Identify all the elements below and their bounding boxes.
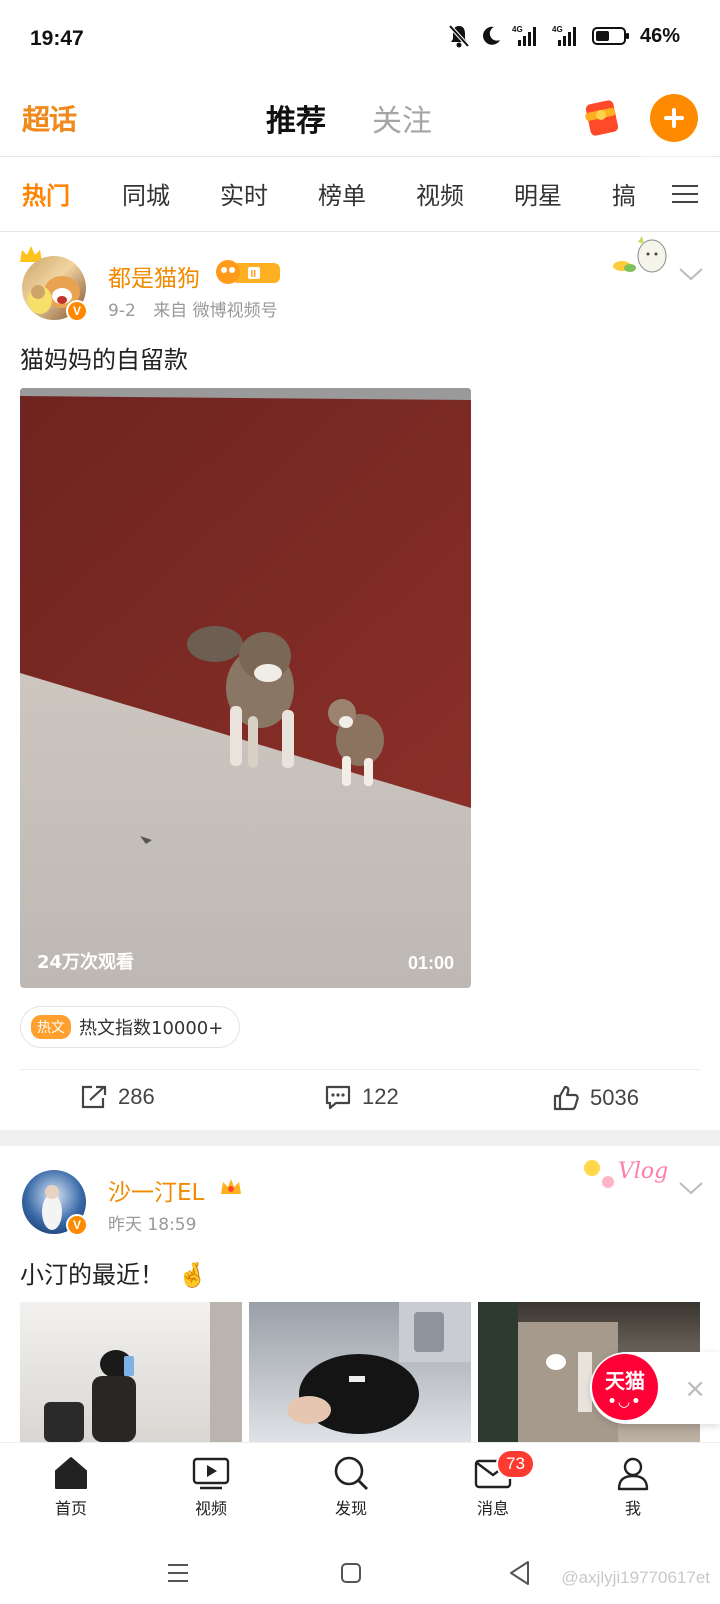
tab-following[interactable]: 关注 [372,96,432,140]
tab-profile[interactable]: 我 [588,1455,678,1519]
tmall-logo: 天猫 •◡• [592,1354,658,1420]
share-icon [81,1085,107,1109]
signal-icon: 4G [512,25,536,46]
post-2-photo-2[interactable] [249,1302,471,1442]
post-2-photo-1[interactable] [20,1302,242,1442]
svg-text:II: II [251,269,257,280]
post-2-time: 昨天 18:59 [108,1215,197,1235]
post-2-chevron-down-icon[interactable] [678,1180,704,1196]
signal-icon-2: 4G [552,25,576,46]
post-1-meta: 9-2 来自 微博视频号 [108,296,278,321]
svg-text:Vlog: Vlog [618,1159,668,1184]
top-navigation: 超话 推荐 关注 [0,82,720,156]
channel-ranking[interactable]: 榜单 [318,176,366,211]
battery-icon [591,27,629,45]
hot-index-pill[interactable]: 热文 热文指数10000+ [20,1006,241,1048]
channel-funny[interactable]: 搞 [612,176,636,211]
fan-level-badge-icon: II [216,260,280,284]
post-2-username[interactable]: 沙一汀EL [108,1173,204,1207]
tmall-face-icon: •◡• [607,1393,643,1410]
tab-messages-label: 消息 [476,1499,509,1518]
video-view-count: 24万次观看 [37,952,135,973]
vip-crown-icon [221,1179,241,1194]
search-icon [334,1456,368,1490]
tab-home-label: 首页 [54,1499,87,1518]
channel-realtime[interactable]: 实时 [220,176,268,211]
post-1-username[interactable]: 都是猫狗 [108,259,200,293]
video-frame [20,388,471,988]
svg-text:4G: 4G [512,25,523,34]
status-time: 19:47 [30,27,84,50]
battery-percentage: 46% [639,24,680,47]
tmall-brand-text: 天猫 [605,1368,645,1393]
chaohua-logo-button[interactable]: 超话 [19,98,79,138]
home-square-icon[interactable] [340,1562,362,1584]
plus-icon [664,108,684,128]
comment-button[interactable]: 122 [324,1084,399,1110]
channel-menu-button[interactable] [650,157,720,231]
mute-bell-icon [448,24,470,48]
post-1-source[interactable]: 来自 微博视频号 [153,301,277,321]
tab-messages[interactable]: 消息 73 [448,1449,538,1519]
tab-discover-label: 发现 [334,1499,367,1518]
system-navigation-bar: @axjlyji19770617et [0,1542,720,1604]
moon-icon [483,26,500,45]
sticker-decoration-icon [613,236,667,273]
channel-local[interactable]: 同城 [122,176,170,211]
profile-icon [617,1457,649,1491]
video-duration: 01:00 [407,953,454,973]
add-button[interactable] [650,94,698,142]
weibo-watermark: @axjlyji19770617et [561,1568,710,1587]
tab-video-label: 视频 [194,1499,227,1518]
tab-video[interactable]: 视频 [166,1455,256,1519]
recent-apps-icon[interactable] [166,1562,190,1584]
status-bar: 19:47 4G 4G 46% [0,0,720,82]
thumbs-up-icon [553,1085,579,1111]
repost-button[interactable]: 286 [80,1084,155,1110]
channel-hot[interactable]: 热门 [22,176,70,211]
post-2-text-content: 小汀的最近！ [20,1261,164,1289]
post-1-chevron-down-icon[interactable] [678,266,704,282]
channel-video[interactable]: 视频 [416,176,464,211]
post-1-actions: 286 122 5036 [0,1070,720,1132]
tab-recommended[interactable]: 推荐 [266,96,326,140]
tmall-ad-banner[interactable]: 天猫 •◡• × [590,1352,720,1424]
video-icon [192,1457,230,1490]
post-1-video[interactable]: 24万次观看 01:00 [20,388,471,988]
channel-tabs: 热门 同城 实时 榜单 视频 明星 搞 [0,157,720,231]
tab-discover[interactable]: 发现 [306,1455,396,1519]
comment-count: 122 [362,1084,399,1109]
repost-count: 286 [118,1084,155,1109]
post-2-text: 小汀的最近！ 🤞 [20,1255,208,1290]
comment-icon [325,1085,351,1110]
like-count: 5036 [590,1085,639,1110]
verified-badge: V [66,300,88,322]
post-1-text: 猫妈妈的自留款 [20,346,188,374]
tab-profile-label: 我 [624,1499,641,1518]
red-packet-icon[interactable] [580,96,624,136]
home-icon [55,1457,87,1489]
hot-index-text: 热文指数10000+ [79,1018,224,1039]
message-count-badge: 73 [496,1449,535,1479]
channel-star[interactable]: 明星 [514,176,562,211]
menu-icon [672,185,698,203]
like-button[interactable]: 5036 [552,1084,639,1112]
post-1-date: 9-2 [108,301,136,321]
bottom-tab-bar: 首页 视频 发现 消息 73 我 [0,1442,720,1542]
hot-tag: 热文 [31,1015,71,1039]
back-triangle-icon[interactable] [508,1560,530,1586]
tab-home[interactable]: 首页 [26,1455,116,1519]
vlog-sticker-icon: Vlog [584,1159,668,1188]
verified-badge-2: V [66,1214,88,1236]
post-separator [0,1130,720,1146]
fingers-crossed-emoji: 🤞 [177,1261,208,1289]
svg-text:4G: 4G [552,25,563,34]
status-icons: 4G 4G 46% [448,24,680,48]
ad-close-button[interactable]: × [684,1374,706,1404]
